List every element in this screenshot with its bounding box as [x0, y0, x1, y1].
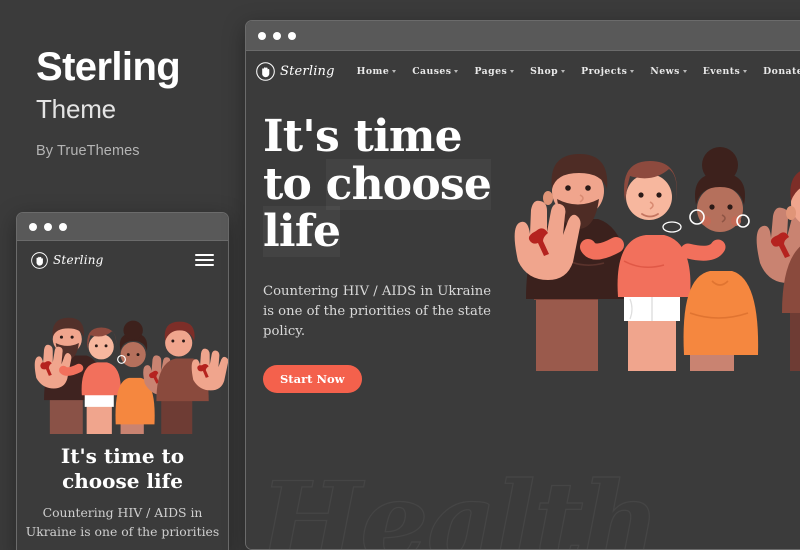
nav-label: Events [702, 65, 741, 77]
hero-paragraph: Countering HIV / AIDS in Ukraine is one … [263, 283, 492, 340]
mobile-viewport: Sterling It's time to choose life Counte… [17, 241, 228, 550]
hand-in-circle-icon [256, 61, 275, 81]
desktop-titlebar [246, 21, 800, 51]
nav-item-causes[interactable]: Causes [412, 65, 459, 77]
chevron-down-icon [743, 70, 748, 73]
nav-item-events[interactable]: Events [702, 65, 748, 77]
window-dot-1[interactable] [258, 31, 266, 40]
window-dot-2[interactable] [273, 31, 281, 40]
nav-label: Donate [763, 65, 800, 77]
hero-heading-line-2-emphasis: choose [325, 158, 492, 210]
mobile-hero-paragraph: Countering HIV / AIDS in Ukraine is one … [25, 505, 220, 539]
nav-label: Home [356, 65, 390, 77]
nav-label: Shop [530, 65, 559, 77]
nav-item-donate[interactable]: Donate [763, 66, 800, 77]
mobile-mockup-window: Sterling It's time to choose life Counte… [16, 212, 229, 550]
window-dot-3[interactable] [288, 31, 296, 40]
theme-author: By TrueThemes [36, 143, 140, 159]
nav-item-projects[interactable]: Projects [581, 65, 635, 77]
brand-name: Sterling [280, 63, 335, 79]
hero-watermark-text: Health [259, 458, 660, 550]
hand-in-circle-icon [31, 251, 48, 269]
hero-section: It's time to choose life Countering HIV … [246, 91, 800, 550]
nav-label: News [650, 65, 680, 77]
hero-heading-line-2-prefix: to [263, 158, 326, 210]
chevron-down-icon [510, 70, 515, 73]
mobile-hero-heading: It's time to choose life [60, 444, 185, 493]
hero-heading: It's time to choose life [263, 111, 513, 258]
mobile-brand-logo[interactable]: Sterling [31, 251, 104, 269]
nav-label: Projects [581, 65, 628, 77]
window-dot-3[interactable] [59, 222, 67, 231]
nav-label: Causes [412, 65, 452, 77]
primary-navigation: Home Causes Pages Shop Projects News Eve… [357, 66, 800, 77]
desktop-viewport: Sterling Home Causes Pages Shop Projects… [246, 51, 800, 550]
chevron-down-icon [392, 70, 397, 73]
start-now-button[interactable]: Start Now [263, 364, 362, 393]
hero-heading-line-3: life [263, 206, 341, 258]
hero-copy: It's time to choose life Countering HIV … [263, 113, 513, 393]
mobile-hero-illustration [34, 317, 228, 434]
mobile-brand-name: Sterling [53, 253, 104, 267]
hero-heading-line-1: It's time [263, 111, 463, 162]
window-dot-2[interactable] [44, 222, 52, 231]
site-navbar: Sterling Home Causes Pages Shop Projects… [246, 51, 800, 91]
nav-item-pages[interactable]: Pages [474, 65, 515, 77]
desktop-mockup-window: Sterling Home Causes Pages Shop Projects… [245, 20, 800, 550]
chevron-down-icon [630, 70, 635, 73]
promo-panel: Sterling Theme By TrueThemes Sterling It… [0, 0, 240, 550]
mobile-titlebar [17, 213, 228, 241]
theme-subtitle: Theme [36, 94, 116, 124]
hero-illustration [514, 147, 800, 371]
hamburger-icon[interactable] [195, 254, 214, 266]
promo-title-block: Sterling Theme By TrueThemes [36, 45, 181, 159]
chevron-down-icon [682, 70, 687, 73]
chevron-down-icon [454, 70, 459, 73]
nav-label: Pages [474, 65, 508, 77]
nav-item-home[interactable]: Home [357, 66, 397, 77]
page-title: Sterling [36, 45, 181, 89]
nav-item-shop[interactable]: Shop [530, 65, 566, 77]
nav-item-news[interactable]: News [650, 65, 687, 77]
brand-logo[interactable]: Sterling [256, 61, 335, 81]
mobile-navbar: Sterling [17, 241, 228, 279]
window-dot-1[interactable] [29, 222, 37, 231]
chevron-down-icon [561, 70, 566, 73]
